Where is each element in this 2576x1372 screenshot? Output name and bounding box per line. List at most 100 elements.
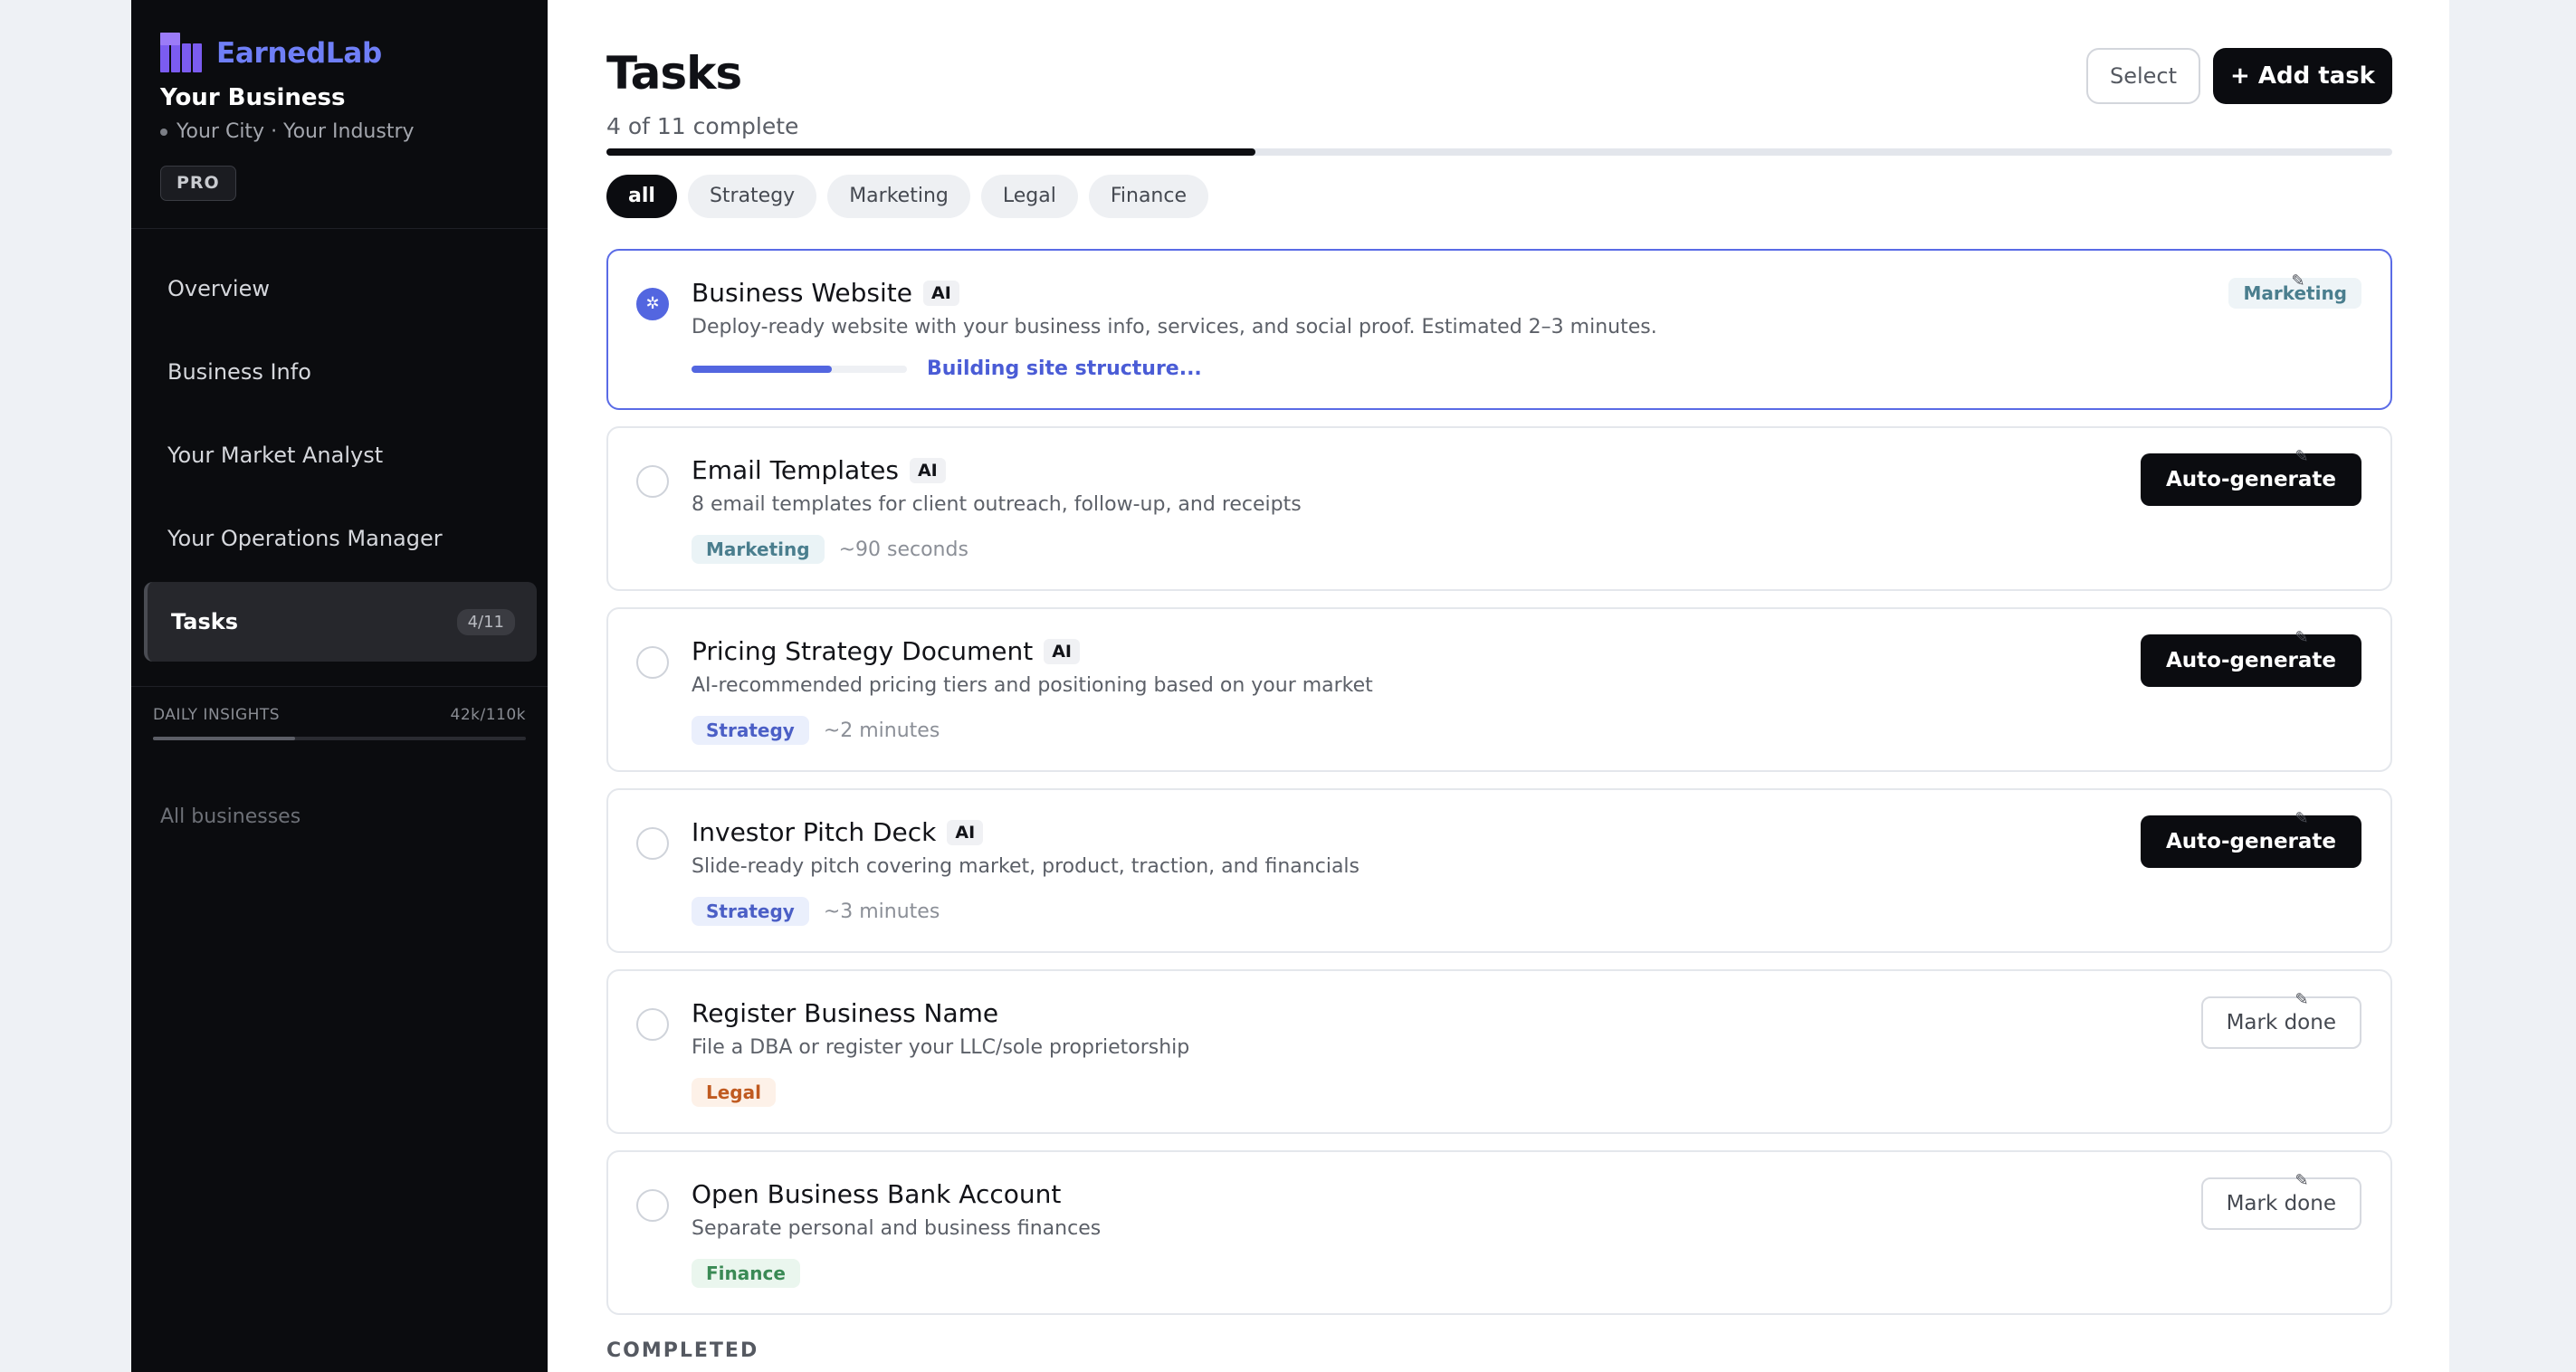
task-card-investor-pitch-deck[interactable]: Investor Pitch Deck AI Slide-ready pitch…: [606, 788, 2392, 953]
sidebar-divider: [131, 686, 548, 687]
task-card-business-website[interactable]: Business Website AI Deploy-ready website…: [606, 249, 2392, 410]
pencil-icon[interactable]: ✎: [2293, 629, 2311, 647]
category-badge: Legal: [692, 1078, 776, 1107]
pencil-icon[interactable]: ✎: [2289, 272, 2307, 291]
earnedlab-logo-icon: [160, 33, 202, 74]
sidebar-divider: [131, 228, 548, 229]
page-title: Tasks: [606, 47, 742, 100]
brand[interactable]: EarnedLab: [160, 33, 382, 74]
circle-check-icon[interactable]: [636, 465, 669, 498]
task-title-text: Business Website: [692, 278, 912, 308]
task-meta: Marketing ~90 seconds: [692, 535, 968, 564]
sidebar-item-overview[interactable]: Overview: [144, 249, 537, 329]
main-content: Tasks 4 of 11 complete Select + Add task…: [548, 0, 2449, 1372]
sidebar-item-operations-manager[interactable]: Your Operations Manager: [144, 499, 537, 578]
category-badge: Strategy: [692, 897, 809, 926]
filter-legal[interactable]: Legal: [980, 175, 1078, 218]
circle-check-icon[interactable]: [636, 827, 669, 860]
filter-all[interactable]: all: [606, 175, 677, 218]
progress-text: 4 of 11 complete: [606, 113, 799, 139]
business-meta: Your City · Your Industry: [160, 120, 415, 143]
mark-done-button[interactable]: Mark done: [2200, 996, 2361, 1049]
build-progress: Building site structure...: [692, 357, 1202, 380]
tasks-count-badge: 4/11: [456, 608, 515, 635]
business-meta-text: Your City · Your Industry: [177, 120, 415, 143]
insights-label: DAILY INSIGHTS: [153, 706, 281, 724]
task-meta: Strategy ~2 minutes: [692, 716, 940, 745]
auto-generate-button[interactable]: Auto-generate: [2140, 453, 2361, 506]
pencil-icon[interactable]: ✎: [2293, 991, 2311, 1009]
sidebar-item-market-analyst[interactable]: Your Market Analyst: [144, 415, 537, 495]
pencil-icon[interactable]: ✎: [2293, 448, 2311, 466]
ai-badge: AI: [923, 280, 959, 306]
select-button[interactable]: Select: [2086, 48, 2200, 104]
status-dot-icon: [160, 129, 167, 136]
task-title-text: Investor Pitch Deck: [692, 817, 937, 847]
task-progress-bar: [606, 148, 2392, 156]
task-description: 8 email templates for client outreach, f…: [692, 493, 1302, 516]
sidebar-item-business-info[interactable]: Business Info: [144, 332, 537, 412]
business-name: Your Business: [160, 84, 346, 111]
task-title-text: Email Templates: [692, 455, 899, 485]
spinner-icon: [636, 288, 669, 320]
app: EarnedLab Your Business Your City · Your…: [131, 0, 2449, 1372]
task-title: Investor Pitch Deck AI: [692, 817, 984, 847]
task-card-pricing-strategy[interactable]: Pricing Strategy Document AI AI-recommen…: [606, 607, 2392, 772]
circle-check-icon[interactable]: [636, 1189, 669, 1222]
task-title-text: Open Business Bank Account: [692, 1179, 1062, 1209]
pencil-icon[interactable]: ✎: [2293, 1172, 2311, 1190]
pencil-icon[interactable]: ✎: [2293, 810, 2311, 828]
task-meta: Legal: [692, 1078, 790, 1107]
insights-usage-bar: [153, 737, 526, 740]
task-card-email-templates[interactable]: Email Templates AI 8 email templates for…: [606, 426, 2392, 591]
task-description: Separate personal and business finances: [692, 1217, 1102, 1240]
filter-finance[interactable]: Finance: [1088, 175, 1208, 218]
category-badge: Strategy: [692, 716, 809, 745]
task-title: Register Business Name: [692, 998, 998, 1028]
build-progress-fill: [692, 365, 832, 373]
plan-badge: PRO: [160, 166, 236, 201]
build-progress-bar: [692, 365, 907, 373]
filter-marketing[interactable]: Marketing: [827, 175, 970, 218]
task-title-text: Pricing Strategy Document: [692, 636, 1034, 666]
task-title: Email Templates AI: [692, 455, 946, 485]
task-title-text: Register Business Name: [692, 998, 999, 1028]
task-duration: ~90 seconds: [838, 538, 968, 561]
sidebar-nav: Overview Business Info Your Market Analy…: [144, 249, 537, 665]
completed-section-heading: COMPLETED: [606, 1339, 759, 1362]
task-description: Deploy-ready website with your business …: [692, 316, 1657, 338]
task-card-open-bank-account[interactable]: Open Business Bank Account Separate pers…: [606, 1150, 2392, 1315]
ai-badge: AI: [947, 819, 984, 845]
category-badge: Finance: [692, 1259, 800, 1288]
task-title: Pricing Strategy Document AI: [692, 636, 1080, 666]
brand-name: EarnedLab: [216, 37, 382, 70]
task-title: Business Website AI: [692, 278, 959, 308]
task-progress-fill: [606, 148, 1256, 156]
task-title: Open Business Bank Account: [692, 1179, 1061, 1209]
sidebar-item-tasks[interactable]: Tasks 4/11: [144, 582, 537, 662]
sidebar-item-label: Tasks: [171, 609, 239, 634]
ai-badge: AI: [1044, 638, 1080, 664]
category-badge: Marketing: [692, 535, 825, 564]
task-meta: Finance: [692, 1259, 815, 1288]
category-filters: all Strategy Marketing Legal Finance: [606, 175, 1208, 218]
task-duration: ~3 minutes: [823, 900, 940, 923]
task-description: File a DBA or register your LLC/sole pro…: [692, 1036, 1190, 1059]
all-businesses-link[interactable]: All businesses: [160, 805, 301, 828]
insights-usage-fill: [153, 737, 295, 740]
filter-strategy[interactable]: Strategy: [687, 175, 817, 218]
sidebar: EarnedLab Your Business Your City · Your…: [131, 0, 548, 1372]
mark-done-button[interactable]: Mark done: [2200, 1177, 2361, 1230]
task-list: Business Website AI Deploy-ready website…: [606, 249, 2392, 1331]
circle-check-icon[interactable]: [636, 646, 669, 679]
auto-generate-button[interactable]: Auto-generate: [2140, 634, 2361, 687]
add-task-button[interactable]: + Add task: [2213, 48, 2392, 104]
ai-badge: AI: [909, 457, 946, 483]
task-duration: ~2 minutes: [823, 719, 940, 742]
circle-check-icon[interactable]: [636, 1008, 669, 1041]
task-description: AI-recommended pricing tiers and positio…: [692, 674, 1373, 697]
task-card-register-business-name[interactable]: Register Business Name File a DBA or reg…: [606, 969, 2392, 1134]
daily-insights: DAILY INSIGHTS 42k/110k: [153, 706, 526, 740]
insights-value: 42k/110k: [450, 706, 526, 724]
auto-generate-button[interactable]: Auto-generate: [2140, 815, 2361, 868]
